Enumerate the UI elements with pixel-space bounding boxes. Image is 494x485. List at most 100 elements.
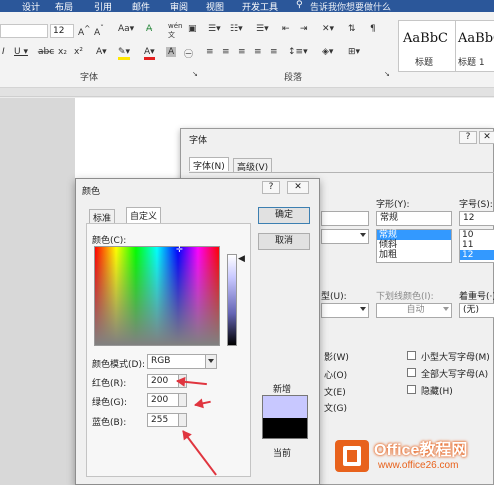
complex-font-input[interactable]	[321, 229, 369, 244]
list-item[interactable]: 倾斜	[377, 240, 451, 250]
sort-icon[interactable]: ⇅	[348, 24, 356, 34]
strikethrough-icon[interactable]: a̶b̶c̶	[38, 47, 54, 57]
underline-type-label: 型(U):	[321, 292, 347, 302]
shrink-font-icon[interactable]: Aˇ	[94, 24, 104, 38]
tab-custom[interactable]: 自定义	[126, 207, 162, 223]
color-model-select[interactable]: RGB	[147, 354, 217, 369]
emphasis-select[interactable]: (无)	[459, 303, 494, 318]
emphasis-label: 着重号(·);	[459, 292, 494, 302]
spin-down-button[interactable]	[178, 400, 186, 406]
superscript-icon[interactable]: x²	[74, 47, 83, 57]
font-style-input[interactable]: 常规	[376, 211, 452, 226]
multilevel-icon[interactable]: ☰▾	[256, 24, 269, 34]
char-border-icon[interactable]: ▣	[188, 24, 197, 34]
paragraph-group-label: 段落	[284, 73, 303, 83]
justify-icon[interactable]: ≡	[254, 47, 262, 57]
emphasis-value: (无)	[463, 305, 480, 315]
font-dialog-launcher-icon[interactable]: ↘	[192, 70, 198, 78]
help-button[interactable]: ?	[262, 181, 280, 194]
latin-font-input[interactable]	[321, 211, 369, 226]
font-dialog-title: 字体	[189, 136, 208, 146]
highlight-icon[interactable]: ✎▾	[118, 47, 131, 60]
tab-advanced[interactable]: 高级(V)	[233, 158, 273, 173]
italic-icon[interactable]: I	[2, 47, 5, 57]
all-caps-checkbox[interactable]	[407, 368, 416, 377]
font-name-combo[interactable]	[0, 24, 48, 38]
list-item[interactable]: 11	[460, 240, 494, 250]
color-dialog: 颜色 ? ✕ 标准 自定义 颜色(C): ✛ ◀ 颜色模式(D): RGB 红色…	[75, 178, 320, 485]
color-spectrum[interactable]: ✛	[94, 246, 220, 346]
list-item[interactable]: 常规	[377, 230, 451, 240]
shading-icon[interactable]: ◈▾	[322, 47, 333, 57]
current-color-label: 当前	[273, 449, 292, 459]
font-size-combo[interactable]: 12	[50, 24, 74, 38]
list-item[interactable]: 12	[460, 250, 494, 260]
line-spacing-icon[interactable]: ↕≡▾	[288, 47, 308, 57]
font-size-input[interactable]: 12	[459, 211, 494, 226]
slider-pointer-icon[interactable]: ◀	[238, 254, 245, 264]
small-caps-label: 小型大写字母(M)	[421, 353, 490, 363]
new-color-label: 新增	[273, 385, 292, 395]
green-spinner[interactable]: 200	[147, 393, 187, 407]
tab-font[interactable]: 字体(N)	[189, 157, 229, 172]
font-size-label: 字号(S):	[459, 200, 493, 210]
spin-down-button[interactable]	[178, 420, 186, 426]
underline-color-value: 自动	[406, 305, 425, 315]
align-right-icon[interactable]: ≡	[238, 47, 246, 57]
small-caps-checkbox[interactable]	[407, 351, 416, 360]
distributed-icon[interactable]: ≡	[270, 47, 278, 57]
list-item[interactable]: 加粗	[377, 250, 451, 260]
hidden-checkbox[interactable]	[407, 385, 416, 394]
tab-standard[interactable]: 标准	[89, 209, 116, 224]
style-gallery-item-heading1[interactable]: AaBbC 标题 1	[456, 20, 494, 72]
align-center-icon[interactable]: ≡	[222, 47, 230, 57]
borders-icon[interactable]: ⊞▾	[348, 47, 360, 57]
luminance-slider[interactable]	[227, 254, 237, 346]
dropdown-button[interactable]	[205, 355, 216, 368]
engrave-label: 文(G)	[324, 404, 347, 414]
close-icon[interactable]: ✕	[479, 131, 494, 144]
office-logo-icon	[335, 440, 369, 472]
close-icon[interactable]: ✕	[287, 181, 309, 194]
char-shading-icon[interactable]: A	[166, 47, 177, 57]
numbering-icon[interactable]: ☷▾	[230, 24, 243, 34]
new-color-swatch	[263, 396, 307, 418]
subscript-icon[interactable]: x₂	[58, 47, 67, 57]
font-size-list[interactable]: 10 11 12	[459, 229, 494, 263]
grow-font-icon[interactable]: A^	[78, 24, 90, 38]
align-left-icon[interactable]: ≡	[206, 47, 214, 57]
colors-label: 颜色(C):	[92, 236, 127, 246]
text-effects-icon[interactable]: A▾	[96, 47, 107, 57]
crosshair-icon[interactable]: ✛	[176, 246, 183, 254]
blue-value: 255	[151, 415, 169, 425]
list-item[interactable]: 10	[460, 230, 494, 240]
ok-button[interactable]: 确定	[258, 207, 310, 224]
font-color-icon[interactable]: A▾	[144, 47, 155, 60]
underline-color-select[interactable]: 自动	[376, 303, 452, 318]
all-caps-label: 全部大写字母(A)	[421, 370, 489, 380]
change-case-icon[interactable]: Aa▾	[118, 24, 134, 34]
underline-icon[interactable]: U ▾	[14, 47, 28, 57]
style-gallery-item-heading[interactable]: AaBbC 标题	[398, 20, 456, 72]
underline-type-select[interactable]	[321, 303, 369, 318]
paragraph-dialog-launcher-icon[interactable]: ↘	[384, 70, 390, 78]
show-marks-icon[interactable]: ¶	[370, 24, 376, 34]
font-style-label: 字形(Y):	[376, 200, 410, 210]
bullets-icon[interactable]: ☰▾	[208, 24, 221, 34]
blue-spinner[interactable]: 255	[147, 413, 187, 427]
chinese-layout-icon[interactable]: ✕▾	[322, 24, 334, 34]
increase-indent-icon[interactable]: ⇥	[300, 24, 308, 34]
phonetic-guide-icon[interactable]: wén 文	[168, 22, 182, 40]
blue-label: 蓝色(B):	[92, 418, 127, 428]
font-style-list[interactable]: 常规 倾斜 加粗	[376, 229, 452, 263]
help-button[interactable]: ?	[459, 131, 477, 144]
decrease-indent-icon[interactable]: ⇤	[282, 24, 290, 34]
clear-format-icon[interactable]: A̶	[146, 24, 152, 34]
enclose-char-icon[interactable]: ㊀	[184, 47, 193, 60]
cancel-button[interactable]: 取消	[258, 233, 310, 250]
office26-watermark: Office教程网 www.office26.com	[330, 430, 494, 485]
horizontal-ruler[interactable]	[0, 88, 494, 97]
shadow-label: 影(W)	[324, 353, 349, 363]
search-icon[interactable]: ⚲	[296, 0, 303, 10]
chevron-down-icon	[443, 307, 449, 311]
